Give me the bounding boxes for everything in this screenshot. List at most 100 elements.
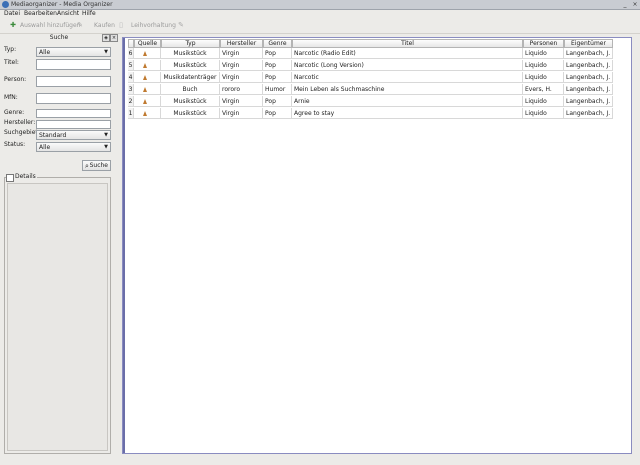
hersteller-cell: Virgin xyxy=(220,108,263,119)
column-header-personen[interactable]: Personen xyxy=(523,39,564,48)
mfn-input[interactable] xyxy=(36,93,111,104)
add-icon[interactable]: ✚ xyxy=(9,21,17,30)
chevron-down-icon: ▼ xyxy=(104,132,108,138)
table-row[interactable]: 1 Musikstück Virgin Pop Agree to stay Li… xyxy=(128,108,614,119)
source-icon xyxy=(143,111,147,116)
details-group xyxy=(4,177,111,454)
status-label: Status: xyxy=(4,141,26,148)
titel-cell: Narcotic (Radio Edit) xyxy=(292,48,523,59)
genre-cell: Pop xyxy=(263,108,292,119)
hersteller-cell: Virgin xyxy=(220,72,263,83)
genre-cell: Pop xyxy=(263,48,292,59)
source-icon xyxy=(143,51,147,56)
document-icon: ▯ xyxy=(119,21,123,29)
minimize-button[interactable]: _ xyxy=(621,0,629,9)
titel-cell: Agree to stay xyxy=(292,108,523,119)
source-cell xyxy=(134,72,161,83)
app-icon xyxy=(2,1,9,8)
source-cell xyxy=(134,96,161,107)
source-icon xyxy=(143,99,147,104)
status-bar xyxy=(0,455,640,465)
search-panel-title: Suche xyxy=(49,34,69,41)
mfn-label: MfN: xyxy=(4,94,18,101)
status-select[interactable]: Alle ▼ xyxy=(36,142,111,152)
close-panel-icon[interactable]: × xyxy=(110,34,118,42)
hersteller-cell: Virgin xyxy=(220,96,263,107)
source-icon xyxy=(143,63,147,68)
results-table: Quelle Typ Hersteller Genre Titel Person… xyxy=(122,37,632,454)
hersteller-cell: Virgin xyxy=(220,60,263,71)
typ-label: Typ: xyxy=(4,46,17,53)
table-row[interactable]: 3 Buch rororo Humor Mein Leben als Suchm… xyxy=(128,84,614,95)
buy-button[interactable]: Kaufen xyxy=(94,22,115,30)
pencil-icon: ✎ xyxy=(77,21,83,29)
search-icon: ⌕ xyxy=(85,162,89,170)
chevron-down-icon: ▼ xyxy=(104,144,108,150)
menu-ansicht[interactable]: Ansicht xyxy=(57,10,79,18)
eigentuemer-cell: Langenbach, J. xyxy=(564,108,613,119)
details-label: Details xyxy=(14,173,37,181)
genre-input[interactable] xyxy=(36,109,111,118)
source-cell xyxy=(134,60,161,71)
typ-cell: Buch xyxy=(161,84,220,95)
hersteller-label: Hersteller: xyxy=(4,119,36,126)
titel-input[interactable] xyxy=(36,59,111,70)
search-button[interactable]: ⌕ Suche xyxy=(82,160,111,171)
titel-label: Titel: xyxy=(4,59,19,66)
details-checkbox[interactable] xyxy=(6,174,14,182)
person-input[interactable] xyxy=(36,76,111,87)
person-label: Person: xyxy=(4,76,27,83)
personen-cell: Liquido xyxy=(523,108,564,119)
titel-cell: Narcotic xyxy=(292,72,523,83)
genre-cell: Pop xyxy=(263,60,292,71)
titel-cell: Arnie xyxy=(292,96,523,107)
suchgebiet-label: Suchgebiet: xyxy=(4,129,40,136)
hersteller-cell: Virgin xyxy=(220,48,263,59)
close-button[interactable]: × xyxy=(631,0,639,9)
column-header-titel[interactable]: Titel xyxy=(292,39,523,48)
personen-cell: Evers, H. xyxy=(523,84,564,95)
column-header-hersteller[interactable]: Hersteller xyxy=(220,39,263,48)
search-button-label: Suche xyxy=(89,162,108,169)
title-bar: Mediaorganizer - Media Organizer _ × xyxy=(0,0,640,10)
genre-cell: Pop xyxy=(263,96,292,107)
column-header-typ[interactable]: Typ xyxy=(161,39,220,48)
typ-cell: Musikdatenträger xyxy=(161,72,220,83)
typ-cell: Musikstück xyxy=(161,108,220,119)
suchgebiet-select[interactable]: Standard ▼ xyxy=(36,130,111,140)
table-row[interactable]: 4 Musikdatenträger Virgin Pop Narcotic L… xyxy=(128,72,614,83)
column-header-quelle[interactable]: Quelle xyxy=(134,39,161,48)
chevron-down-icon: ▼ xyxy=(104,49,108,55)
typ-select[interactable]: Alle ▼ xyxy=(36,47,111,57)
pencil-icon: ✎ xyxy=(178,21,184,29)
hersteller-input[interactable] xyxy=(36,120,111,129)
genre-cell: Pop xyxy=(263,72,292,83)
menu-datei[interactable]: Datei xyxy=(4,10,20,18)
table-row[interactable]: 5 Musikstück Virgin Pop Narcotic (Long V… xyxy=(128,60,614,71)
lend-button[interactable]: Leihvorhaltung xyxy=(131,22,176,30)
personen-cell: Liquido xyxy=(523,96,564,107)
source-icon xyxy=(143,87,147,92)
genre-cell: Humor xyxy=(263,84,292,95)
column-header-genre[interactable]: Genre xyxy=(263,39,292,48)
details-area xyxy=(7,183,108,451)
personen-cell: Liquido xyxy=(523,60,564,71)
add-selection-button[interactable]: Auswahl hinzufügen xyxy=(20,22,80,30)
typ-cell: Musikstück xyxy=(161,60,220,71)
personen-cell: Liquido xyxy=(523,48,564,59)
source-cell xyxy=(134,108,161,119)
typ-cell: Musikstück xyxy=(161,48,220,59)
table-row[interactable]: 6 Musikstück Virgin Pop Narcotic (Radio … xyxy=(128,48,614,59)
eigentuemer-cell: Langenbach, J. xyxy=(564,84,613,95)
menu-bar: Datei Bearbeiten Ansicht Hilfe xyxy=(0,10,640,18)
menu-bearbeiten[interactable]: Bearbeiten xyxy=(24,10,57,18)
personen-cell: Liquido xyxy=(523,72,564,83)
table-row[interactable]: 2 Musikstück Virgin Pop Arnie Liquido La… xyxy=(128,96,614,107)
source-cell xyxy=(134,84,161,95)
source-cell xyxy=(134,48,161,59)
column-header-eigentuemer[interactable]: Eigentümer xyxy=(564,39,613,48)
genre-label: Genre: xyxy=(4,109,25,116)
window-title: Mediaorganizer - Media Organizer xyxy=(11,1,113,8)
float-panel-icon[interactable]: ◈ xyxy=(102,34,110,42)
menu-hilfe[interactable]: Hilfe xyxy=(82,10,96,18)
